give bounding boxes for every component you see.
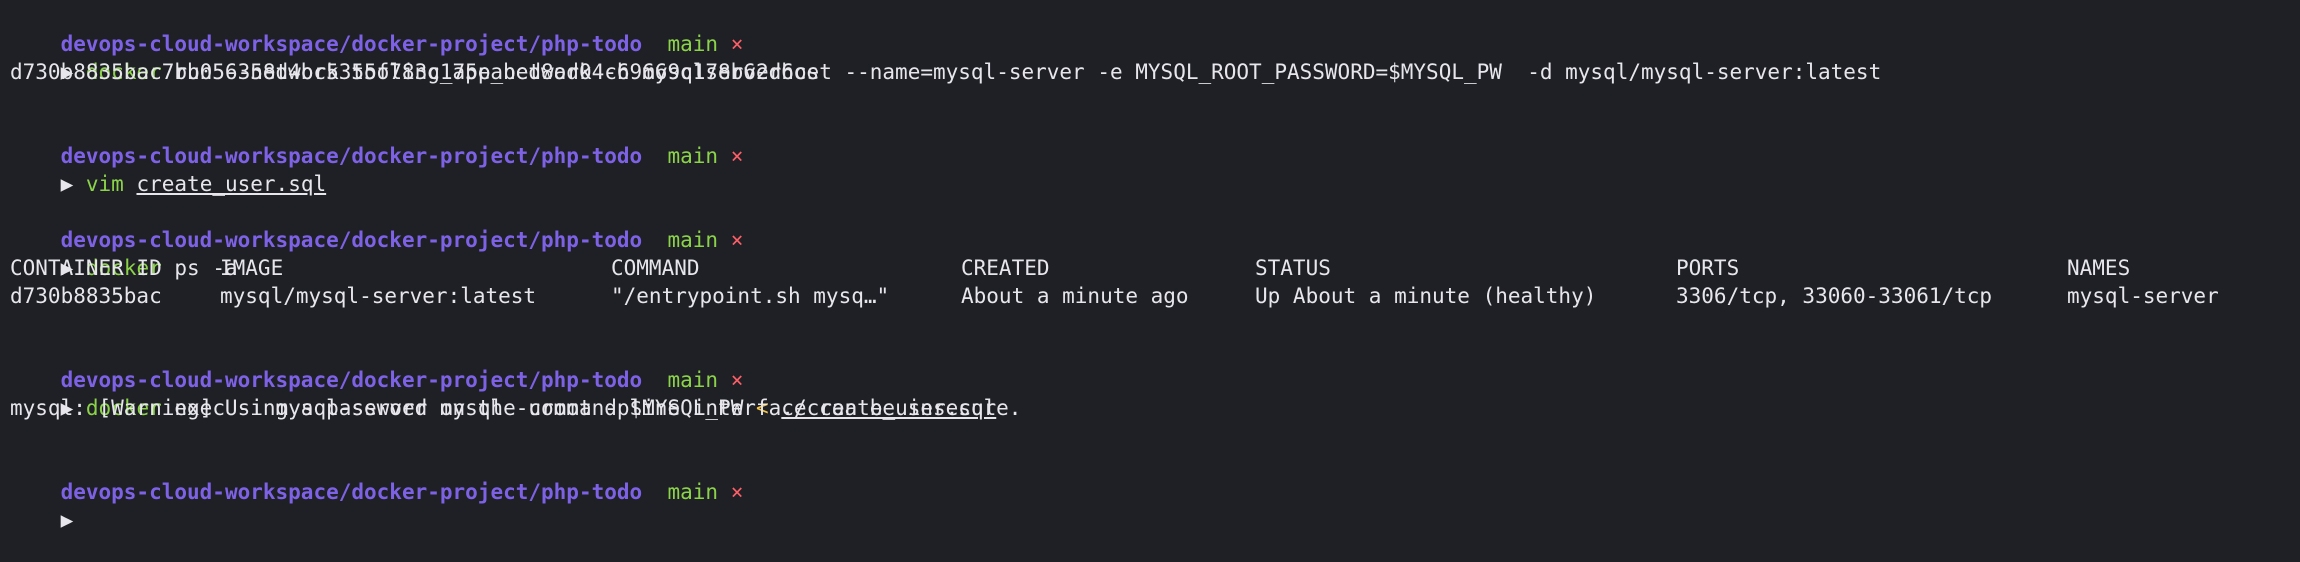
git-dirty-icon: × (730, 228, 744, 252)
column-header: CREATED (961, 256, 1050, 280)
git-branch: main (667, 228, 719, 252)
prompt-line: devops-cloud-workspace/docker-project/ph… (10, 2, 744, 56)
output-line: d730b8835bac7bb056358d4bc5355f783c175eab… (10, 60, 820, 84)
git-branch: main (667, 144, 719, 168)
table-cell: d730b8835bac (10, 284, 162, 308)
table-cell: "/entrypoint.sh mysq…" (611, 284, 890, 308)
command-line: ▶ docker ps -a (10, 226, 238, 280)
command-line: ▶ docker run --network tooling_app_netwo… (10, 30, 1882, 84)
command-line: ▶ docker exec -i mysql-server mysql -uro… (10, 366, 997, 420)
table-header-row: CONTAINER ID IMAGE COMMAND CREATED STATU… (10, 254, 2290, 282)
git-branch: main (667, 480, 719, 504)
table-cell: About a minute ago (961, 284, 1189, 308)
output-line: mysql: [Warning] Using a password on the… (10, 396, 1022, 420)
text-cursor (86, 510, 97, 532)
column-header: PORTS (1676, 256, 1740, 280)
table-cell: mysql-server (2067, 284, 2219, 308)
table-cell: Up About a minute (healthy) (1255, 284, 1597, 308)
column-header: COMMAND (611, 256, 700, 280)
column-header: NAMES (2067, 256, 2131, 280)
prompt-line: devops-cloud-workspace/docker-project/ph… (10, 338, 744, 392)
command-line: ▶ vim create_user.sql (10, 142, 327, 196)
command-name: vim (85, 172, 124, 196)
column-header: STATUS (1255, 256, 1331, 280)
prompt-path: devops-cloud-workspace/docker-project/ph… (60, 480, 643, 504)
column-header: IMAGE (220, 256, 284, 280)
table-cell: 3306/tcp, 33060-33061/tcp (1676, 284, 1993, 308)
prompt-arrow-icon: ▶ (60, 172, 74, 196)
table-cell: mysql/mysql-server:latest (220, 284, 537, 308)
prompt-arrow-icon: ▶ (60, 508, 74, 532)
terminal-window[interactable]: devops-cloud-workspace/docker-project/ph… (0, 0, 2300, 532)
table-row: d730b8835bac mysql/mysql-server:latest "… (10, 282, 2290, 310)
prompt-line: devops-cloud-workspace/docker-project/ph… (10, 198, 744, 252)
prompt-line: devops-cloud-workspace/docker-project/ph… (10, 450, 744, 504)
active-command-line[interactable]: ▶ (10, 478, 97, 532)
git-dirty-icon: × (730, 480, 744, 504)
column-header: CONTAINER ID (10, 256, 162, 280)
prompt-line: devops-cloud-workspace/docker-project/ph… (10, 114, 744, 168)
file-path-link[interactable]: create_user.sql (136, 172, 326, 196)
git-dirty-icon: × (730, 144, 744, 168)
